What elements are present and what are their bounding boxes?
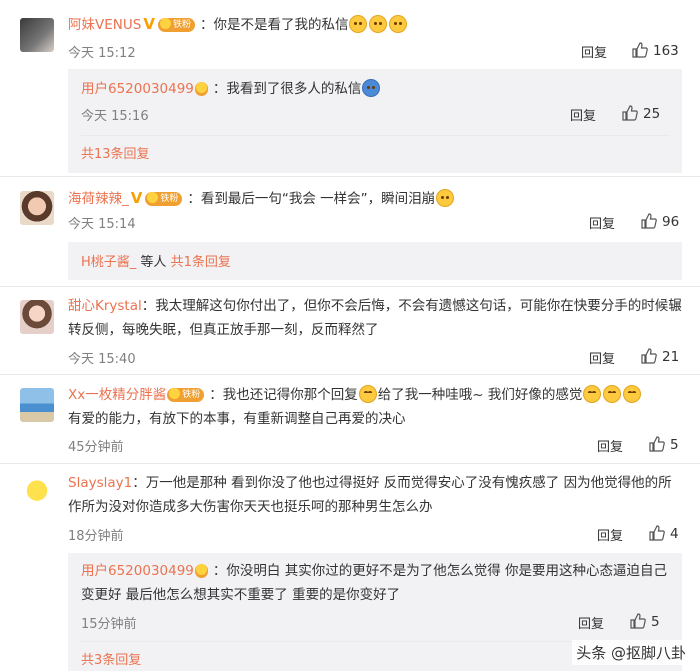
- cry-emoji-icon: [369, 15, 388, 33]
- thumbs-up-icon: [649, 525, 665, 541]
- watermark: 头条 @抠脚八卦: [572, 640, 690, 665]
- reply-button[interactable]: 回复: [578, 613, 604, 632]
- like-button[interactable]: 5: [649, 436, 679, 453]
- laugh-emoji-icon: [603, 385, 622, 403]
- like-button[interactable]: 4: [649, 525, 679, 542]
- thumbs-up-icon: [622, 105, 638, 121]
- sub-reply: 用户6520030499 ：我看到了很多人的私信 今天 15:16 回复 25 共…: [68, 69, 682, 173]
- divider: [0, 176, 700, 177]
- verified-icon: V: [143, 15, 155, 33]
- avatar[interactable]: [20, 300, 54, 334]
- laugh-emoji-icon: [358, 385, 377, 403]
- avatar[interactable]: [20, 388, 54, 422]
- divider: [0, 463, 700, 464]
- thumbs-up-icon: [630, 613, 646, 629]
- avatar[interactable]: [20, 191, 54, 225]
- like-button[interactable]: 96: [641, 213, 679, 230]
- divider: [81, 135, 670, 136]
- timestamp: 今天 15:40: [68, 352, 136, 367]
- reply-button[interactable]: 回复: [597, 525, 623, 544]
- comment-text: 你是不是看了我的私信: [213, 17, 349, 33]
- comment-meta: 45分钟前 回复 5: [68, 436, 682, 456]
- like-button[interactable]: 163: [632, 42, 679, 59]
- comment-meta: 18分钟前 回复 4: [68, 525, 682, 545]
- reply-text: 我看到了很多人的私信: [226, 81, 362, 97]
- cry-emoji-icon: [389, 15, 408, 33]
- username[interactable]: 用户6520030499: [81, 81, 194, 97]
- comment-text: 万一他是那种 看到你没了他也过得挺好 反而觉得安心了没有愧疚感了 因为他觉得他的…: [68, 475, 672, 515]
- timestamp: 18分钟前: [68, 529, 124, 544]
- like-button[interactable]: 21: [641, 348, 679, 365]
- divider: [0, 374, 700, 375]
- comment-meta: 今天 15:14 回复 96: [68, 213, 682, 233]
- divider: [0, 286, 700, 287]
- fan-badge: 铁粉: [145, 192, 183, 206]
- username[interactable]: Xx一枚精分胖酱: [68, 387, 166, 403]
- comment-text: 看到最后一句“我会 一样会”，瞬间泪崩: [200, 191, 436, 207]
- reply-button[interactable]: 回复: [589, 213, 615, 232]
- timestamp: 45分钟前: [68, 440, 124, 455]
- thumbs-up-icon: [641, 348, 657, 364]
- thumbs-up-icon: [641, 213, 657, 229]
- cry-emoji-icon: [349, 15, 368, 33]
- username[interactable]: 海荷辣辣_: [68, 191, 129, 207]
- like-button[interactable]: 25: [622, 105, 660, 122]
- timestamp: 今天 15:16: [81, 109, 149, 124]
- crazy-emoji-icon: [362, 79, 381, 97]
- fan-badge: [194, 564, 208, 578]
- username[interactable]: 甜心Krystal: [68, 298, 142, 314]
- timestamp: 今天 15:14: [68, 217, 136, 232]
- avatar[interactable]: [20, 18, 54, 52]
- teary-emoji-icon: [436, 189, 455, 207]
- username[interactable]: 阿妹VENUS: [68, 17, 141, 33]
- reply-button[interactable]: 回复: [597, 436, 623, 455]
- username[interactable]: Slayslay1: [68, 475, 132, 491]
- avatar[interactable]: [20, 477, 54, 511]
- laugh-emoji-icon: [583, 385, 602, 403]
- thumbs-up-icon: [632, 42, 648, 58]
- more-replies-link[interactable]: 共1条回复: [171, 255, 231, 270]
- laugh-emoji-icon: [623, 385, 642, 403]
- more-replies-link[interactable]: 共13条回复: [81, 143, 150, 162]
- comment-meta: 今天 15:40 回复 21: [68, 348, 682, 368]
- comment-text: 我太理解这句你付出了，但你不会后悔，不会有遗憾这句话，可能你在快要分手的时候辗转…: [68, 298, 682, 338]
- sub-reply-summary[interactable]: H桃子酱_ 等人 共1条回复: [68, 242, 682, 280]
- fan-badge: [194, 82, 208, 96]
- reply-button[interactable]: 回复: [570, 105, 596, 124]
- timestamp: 15分钟前: [81, 617, 137, 632]
- verified-icon: V: [130, 189, 143, 207]
- more-replies-link[interactable]: 共3条回复: [81, 649, 141, 668]
- thumbs-up-icon: [649, 436, 665, 452]
- fan-badge: 铁粉: [157, 18, 195, 32]
- username[interactable]: 用户6520030499: [81, 563, 194, 579]
- reply-button[interactable]: 回复: [589, 348, 615, 367]
- comment-meta: 今天 15:12 回复 163: [68, 42, 682, 62]
- like-button[interactable]: 5: [630, 613, 660, 630]
- username[interactable]: H桃子酱_: [81, 255, 136, 270]
- fan-badge: 铁粉: [167, 388, 205, 402]
- timestamp: 今天 15:12: [68, 46, 136, 61]
- reply-button[interactable]: 回复: [581, 42, 607, 61]
